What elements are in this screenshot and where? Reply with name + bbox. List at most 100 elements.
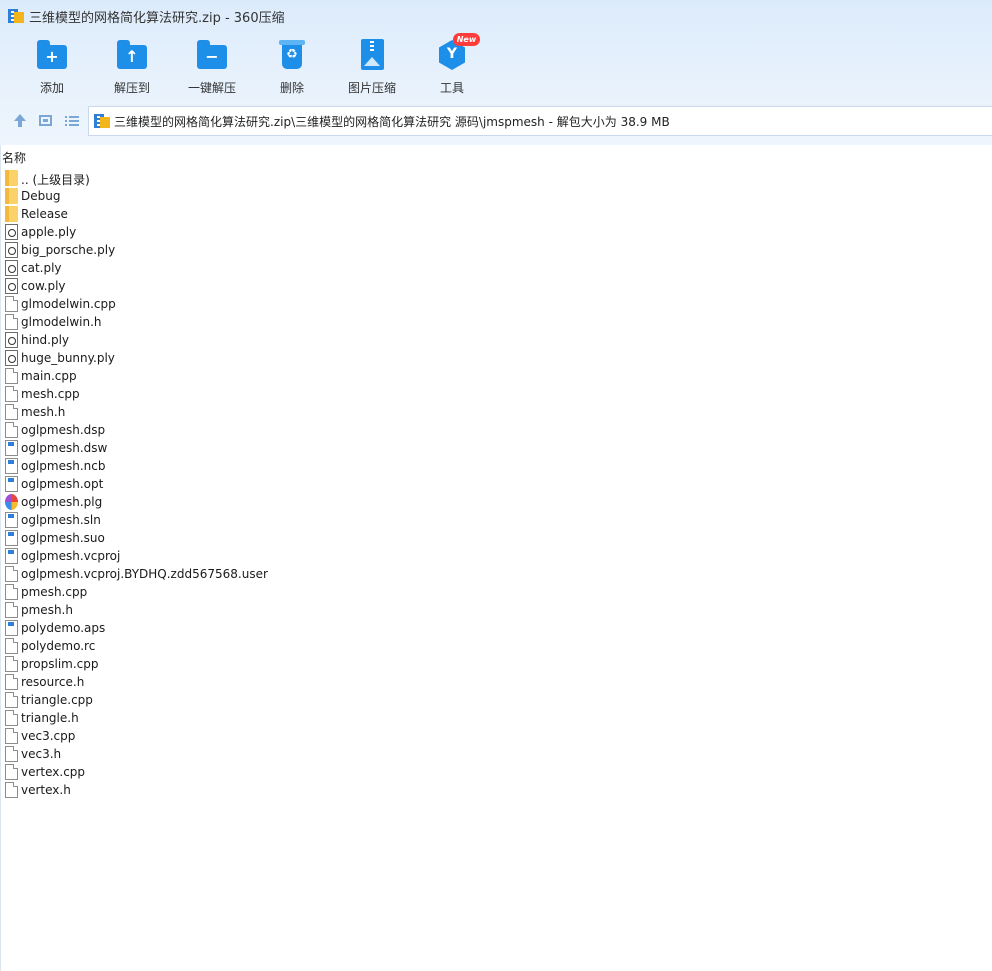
thumbnail-view-icon (39, 115, 52, 126)
document-icon (5, 584, 18, 600)
file-row[interactable]: apple.ply (0, 223, 992, 241)
vs-file-icon (5, 440, 18, 456)
vs-file-icon (5, 458, 18, 474)
file-name: oglpmesh.vcproj.BYDHQ.zdd567568.user (21, 567, 268, 581)
vs-file-icon (5, 548, 18, 564)
file-row[interactable]: mesh.h (0, 403, 992, 421)
name-column-header[interactable]: 名称 (2, 149, 26, 166)
file-row[interactable]: oglpmesh.suo (0, 529, 992, 547)
window-title: 三维模型的网格简化算法研究.zip - 360压缩 (29, 10, 285, 26)
file-row[interactable]: Debug (0, 187, 992, 205)
extract-to-button[interactable]: ↑ 解压到 (92, 36, 172, 100)
file-row[interactable]: hind.ply (0, 331, 992, 349)
file-row[interactable]: cat.ply (0, 259, 992, 277)
file-name: oglpmesh.vcproj (21, 549, 121, 563)
ply-file-icon (5, 350, 18, 366)
image-zip-icon (361, 39, 384, 70)
file-row[interactable]: resource.h (0, 673, 992, 691)
file-name: pmesh.h (21, 603, 73, 617)
file-row[interactable]: Release (0, 205, 992, 223)
file-row[interactable]: oglpmesh.ncb (0, 457, 992, 475)
file-row[interactable]: .. (上级目录) (0, 169, 992, 187)
file-row[interactable]: mesh.cpp (0, 385, 992, 403)
file-row[interactable]: main.cpp (0, 367, 992, 385)
file-name: pmesh.cpp (21, 585, 88, 599)
file-row[interactable]: pmesh.h (0, 601, 992, 619)
title-bar: 三维模型的网格简化算法研究.zip - 360压缩 (0, 0, 992, 32)
file-row[interactable]: vec3.cpp (0, 727, 992, 745)
file-row[interactable]: polydemo.aps (0, 619, 992, 637)
file-row[interactable]: triangle.cpp (0, 691, 992, 709)
file-row[interactable]: cow.ply (0, 277, 992, 295)
column-header[interactable]: 名称 (0, 146, 992, 166)
file-row[interactable]: vertex.h (0, 781, 992, 799)
file-row[interactable]: glmodelwin.cpp (0, 295, 992, 313)
list-view-button[interactable] (63, 112, 81, 130)
vs-file-icon (5, 512, 18, 528)
file-name: Release (21, 207, 68, 221)
file-name: triangle.cpp (21, 693, 93, 707)
add-button[interactable]: + 添加 (12, 36, 92, 100)
image-compress-button[interactable]: 图片压缩 (332, 36, 412, 100)
document-icon (5, 710, 18, 726)
document-icon (5, 602, 18, 618)
file-row[interactable]: huge_bunny.ply (0, 349, 992, 367)
file-row[interactable]: oglpmesh.opt (0, 475, 992, 493)
document-icon (5, 314, 18, 330)
document-icon (5, 746, 18, 762)
vs-file-icon (5, 620, 18, 636)
file-name: mesh.h (21, 405, 66, 419)
file-row[interactable]: glmodelwin.h (0, 313, 992, 331)
file-name: cow.ply (21, 279, 66, 293)
document-icon (5, 728, 18, 744)
file-name: apple.ply (21, 225, 77, 239)
address-bar[interactable]: 三维模型的网格简化算法研究.zip\三维模型的网格简化算法研究 源码\jmspm… (88, 106, 992, 136)
document-icon (5, 656, 18, 672)
file-name: hind.ply (21, 333, 70, 347)
document-icon (5, 674, 18, 690)
file-name: oglpmesh.dsp (21, 423, 106, 437)
extract-folder-icon: ↑ (117, 40, 147, 69)
document-icon (5, 296, 18, 312)
file-row[interactable]: oglpmesh.dsw (0, 439, 992, 457)
file-row[interactable]: big_porsche.ply (0, 241, 992, 259)
file-row[interactable]: vec3.h (0, 745, 992, 763)
file-row[interactable]: polydemo.rc (0, 637, 992, 655)
file-name: glmodelwin.h (21, 315, 102, 329)
document-icon (5, 422, 18, 438)
tools-button[interactable]: Y New 工具 (412, 33, 492, 100)
file-name: vertex.cpp (21, 765, 86, 779)
file-row[interactable]: oglpmesh.vcproj.BYDHQ.zdd567568.user (0, 565, 992, 583)
file-name: vec3.cpp (21, 729, 76, 743)
document-icon (5, 764, 18, 780)
file-row[interactable]: propslim.cpp (0, 655, 992, 673)
folder-icon (5, 170, 18, 186)
file-row[interactable]: oglpmesh.vcproj (0, 547, 992, 565)
file-name: main.cpp (21, 369, 77, 383)
zip-archive-icon (8, 8, 24, 24)
file-list: .. (上级目录) Debug Release apple.ply big_porsch… (0, 169, 992, 799)
file-row[interactable]: oglpmesh.sln (0, 511, 992, 529)
file-name: mesh.cpp (21, 387, 80, 401)
document-icon (5, 692, 18, 708)
document-icon (5, 782, 18, 798)
file-row[interactable]: triangle.h (0, 709, 992, 727)
file-row[interactable]: vertex.cpp (0, 763, 992, 781)
thumbnail-view-button[interactable] (37, 112, 55, 130)
file-row[interactable]: oglpmesh.dsp (0, 421, 992, 439)
ply-file-icon (5, 260, 18, 276)
file-row[interactable]: oglpmesh.plg (0, 493, 992, 511)
toolbar: + 添加 ↑ 解压到 − 一键解压 ♻ 删除 图片压缩 Y New 工具 (0, 33, 992, 100)
ply-file-icon (5, 242, 18, 258)
file-name: cat.ply (21, 261, 62, 275)
zip-archive-icon (94, 113, 110, 129)
file-row[interactable]: pmesh.cpp (0, 583, 992, 601)
up-level-button[interactable] (11, 112, 29, 130)
ply-file-icon (5, 332, 18, 348)
file-name: huge_bunny.ply (21, 351, 115, 365)
recycle-bin-icon: ♻ (279, 40, 305, 69)
delete-button[interactable]: ♻ 删除 (252, 36, 332, 100)
folder-icon (5, 188, 18, 204)
one-click-extract-button[interactable]: − 一键解压 (172, 36, 252, 100)
document-icon (5, 638, 18, 654)
